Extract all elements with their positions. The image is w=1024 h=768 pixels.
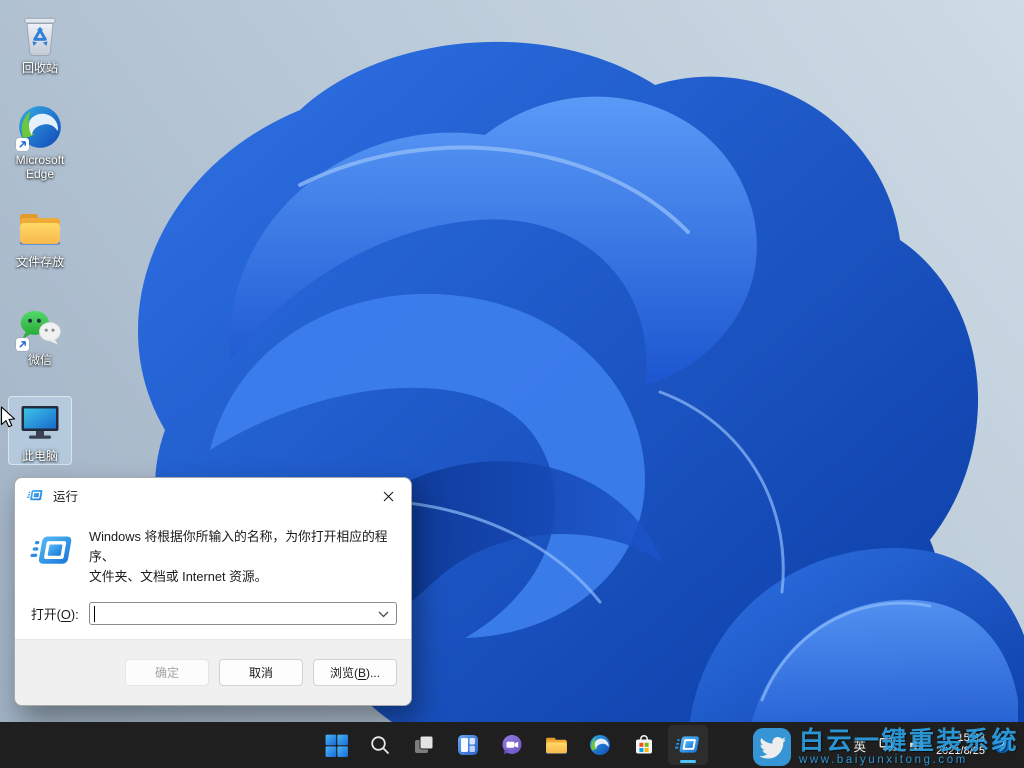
- file-explorer-icon: [544, 733, 569, 758]
- desktop-screen: 回收站 Microsoft Edge 文件存放: [0, 0, 1024, 768]
- mouse-cursor: [0, 406, 18, 430]
- windows-logo-icon: [324, 733, 349, 758]
- run-dialog-titlebar[interactable]: 运行: [15, 478, 411, 513]
- system-tray: 英 15:33 2021/8/25 2: [851, 722, 1010, 768]
- text-caret: [94, 606, 95, 622]
- notification-badge[interactable]: 2: [994, 737, 1010, 753]
- browse-button[interactable]: 浏览(B)...: [313, 659, 397, 686]
- taskbar: 英 15:33 2021/8/25 2: [0, 722, 1024, 768]
- search-button[interactable]: [360, 725, 400, 765]
- store-button[interactable]: [624, 725, 664, 765]
- chevron-down-icon[interactable]: [378, 611, 389, 618]
- active-app-indicator: [680, 760, 696, 763]
- file-explorer-button[interactable]: [536, 725, 576, 765]
- edge-icon: [588, 733, 612, 757]
- store-icon: [632, 733, 656, 757]
- shortcut-arrow-icon: [16, 338, 29, 351]
- chat-button[interactable]: [492, 725, 532, 765]
- desktop-icon-label: 此电脑: [22, 449, 58, 463]
- desktop-icon-edge[interactable]: Microsoft Edge: [8, 100, 72, 183]
- clock[interactable]: 15:33 2021/8/25: [936, 732, 985, 759]
- tray-date: 2021/8/25: [936, 745, 985, 759]
- widgets-icon: [456, 733, 480, 757]
- run-dialog-footer: 确定 取消 浏览(B)...: [15, 639, 411, 705]
- network-icon[interactable]: [878, 735, 898, 755]
- run-dialog-title: 运行: [53, 486, 78, 505]
- widgets-button[interactable]: [448, 725, 488, 765]
- run-window-icon: [27, 488, 44, 503]
- chat-icon: [500, 733, 524, 757]
- recycle-bin-icon: [17, 12, 63, 58]
- ime-indicator[interactable]: 英: [851, 734, 870, 757]
- this-pc-icon: [16, 399, 64, 447]
- desktop-icon-label: Microsoft Edge: [8, 153, 72, 181]
- desktop-icon-wechat[interactable]: 微信: [8, 300, 72, 369]
- volume-icon[interactable]: [907, 735, 927, 755]
- folder-icon: [16, 205, 64, 253]
- run-app-icon: [675, 733, 701, 757]
- desktop-icon-label: 文件存放: [16, 255, 64, 269]
- start-button[interactable]: [316, 725, 356, 765]
- desktop-icon-label: 微信: [28, 353, 52, 367]
- run-dialog-icon: [30, 531, 76, 571]
- task-view-icon: [412, 733, 436, 757]
- ok-button[interactable]: 确定: [125, 659, 209, 686]
- close-icon[interactable]: [373, 484, 403, 508]
- run-command-input[interactable]: [89, 602, 397, 625]
- task-view-button[interactable]: [404, 725, 444, 765]
- run-app-button[interactable]: [668, 725, 708, 765]
- desktop-icon-recycle-bin[interactable]: 回收站: [8, 8, 72, 77]
- cancel-button[interactable]: 取消: [219, 659, 303, 686]
- tray-time: 15:33: [936, 732, 985, 746]
- edge-button[interactable]: [580, 725, 620, 765]
- open-label: 打开(O):: [31, 604, 79, 623]
- desktop-icon-file-storage[interactable]: 文件存放: [8, 202, 72, 271]
- shortcut-arrow-icon: [16, 138, 29, 151]
- search-icon: [368, 733, 392, 757]
- desktop-icon-label: 回收站: [22, 61, 58, 75]
- run-dialog-description: Windows 将根据你所输入的名称，为你打开相应的程序、 文件夹、文档或 In…: [89, 527, 395, 587]
- run-dialog: 运行 Windows 将根据你所输入的名称，为你打开相应的程序、 文件夹、文档或…: [14, 477, 412, 706]
